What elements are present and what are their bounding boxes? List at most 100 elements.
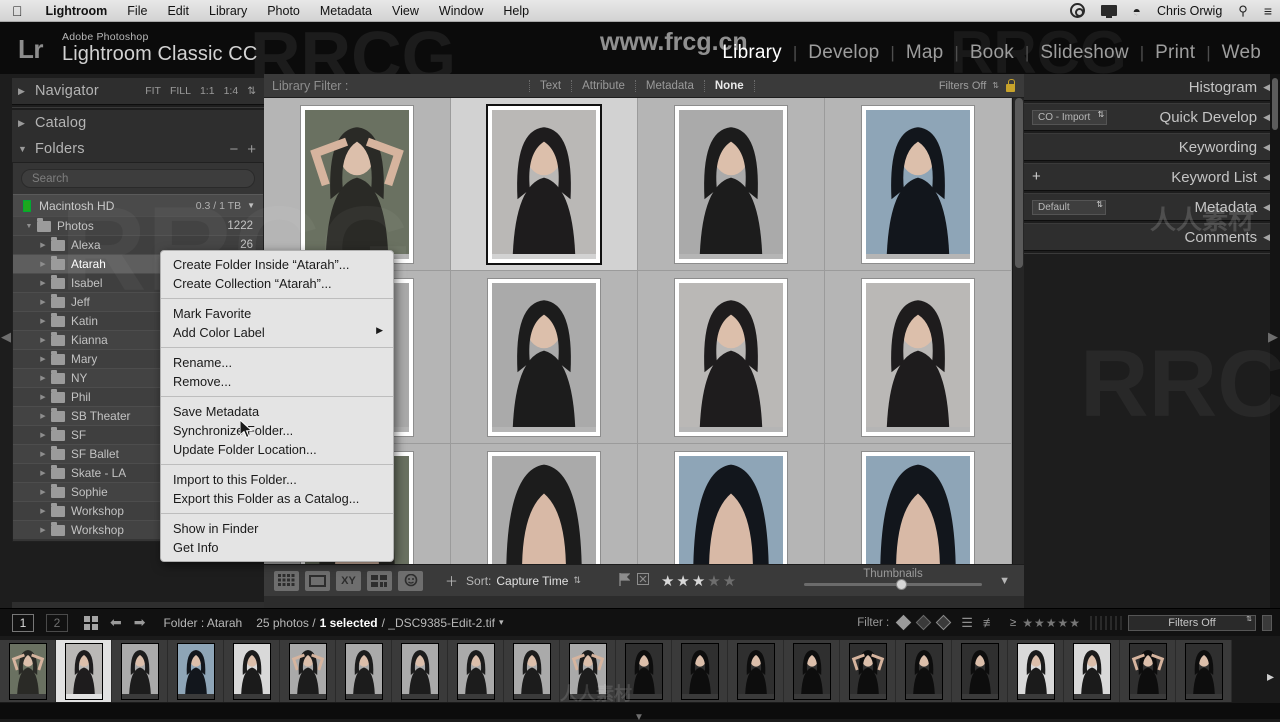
filter-tab-metadata[interactable]: Metadata	[634, 79, 704, 92]
filmstrip-thumbnail-image[interactable]	[64, 642, 103, 700]
filter-tab-none[interactable]: None	[703, 79, 755, 92]
filmstrip-thumbnail[interactable]	[728, 640, 784, 702]
filmstrip-thumbnail-image[interactable]	[1016, 642, 1055, 700]
left-panel-toggle-arrow[interactable]: ◀	[1, 329, 11, 345]
filmstrip-thumbnail-image[interactable]	[960, 642, 999, 700]
photo-thumbnail[interactable]	[301, 105, 413, 263]
flag-pick-icon[interactable]	[619, 572, 631, 589]
module-map[interactable]: Map	[895, 42, 955, 64]
stepper-icon[interactable]: ⇅	[1098, 110, 1105, 118]
chevron-right-icon[interactable]: ▶	[18, 86, 28, 97]
color-label-chip-4[interactable]	[1105, 615, 1107, 630]
photo-thumbnail[interactable]	[488, 278, 600, 436]
star-5[interactable]: ★	[723, 572, 736, 590]
filmstrip-thumbnail[interactable]	[784, 640, 840, 702]
slider-track[interactable]	[804, 579, 982, 590]
filmstrip-thumbnail[interactable]	[336, 640, 392, 702]
context-menu-item-export-this-folder-as-a-catalog[interactable]: Export this Folder as a Catalog...	[161, 489, 393, 508]
module-book[interactable]: Book	[959, 42, 1025, 64]
flag-reject-icon[interactable]	[935, 614, 952, 631]
menu-item-edit[interactable]: Edit	[157, 4, 199, 18]
star-4[interactable]: ★	[707, 572, 720, 590]
filmstrip-thumbnail-image[interactable]	[792, 642, 831, 700]
filmstrip-thumbnail[interactable]	[392, 640, 448, 702]
right-panel-quick-develop[interactable]: CO - Import ⇅ Quick Develop ◀	[1024, 104, 1280, 130]
folders-search-input[interactable]: Search	[21, 169, 255, 188]
filmstrip-thumbnail[interactable]	[504, 640, 560, 702]
filmstrip-thumbnail[interactable]	[896, 640, 952, 702]
color-label-chip-2[interactable]	[1095, 615, 1097, 630]
color-label-chip-6[interactable]	[1115, 615, 1117, 630]
context-menu-item-synchronize-folder[interactable]: Synchronize Folder...	[161, 421, 393, 440]
zoom-1-4[interactable]: 1:4	[224, 85, 239, 97]
filmstrip-thumbnail[interactable]	[168, 640, 224, 702]
chevron-right-icon[interactable]: ▶	[35, 431, 51, 439]
grid-cell[interactable]	[451, 271, 638, 444]
zoom-1-1[interactable]: 1:1	[200, 85, 215, 97]
chevron-right-icon[interactable]: ▶	[35, 260, 51, 268]
folder-context-menu[interactable]: Create Folder Inside “Atarah”... Create C…	[160, 250, 394, 562]
chevron-right-icon[interactable]: ▶	[35, 393, 51, 401]
chevron-right-icon[interactable]: ▶	[18, 118, 28, 129]
chevron-down-icon[interactable]: ▼	[21, 223, 37, 230]
chevron-down-icon[interactable]: ▼	[247, 201, 255, 210]
color-label-chip-5[interactable]	[1110, 615, 1112, 630]
filmstrip-thumbnail[interactable]	[0, 640, 56, 702]
filmstrip-thumbnail-image[interactable]	[1184, 642, 1223, 700]
chevron-right-icon[interactable]: ▶	[35, 374, 51, 382]
chevron-left-icon[interactable]: ◀	[1263, 142, 1270, 153]
chevron-right-icon[interactable]: ▶	[35, 526, 51, 534]
panel-select[interactable]: Default ⇅	[1032, 199, 1106, 215]
display-icon[interactable]	[1093, 5, 1125, 18]
filmstrip-thumbnail-image[interactable]	[848, 642, 887, 700]
flag-reject-icon[interactable]	[636, 573, 649, 588]
plus-icon[interactable]: +	[247, 141, 256, 158]
filmstrip-thumbnail[interactable]	[112, 640, 168, 702]
add-keyword-icon[interactable]: +	[1032, 169, 1041, 184]
minus-icon[interactable]: −	[229, 141, 238, 158]
filmstrip-filename[interactable]: / _DSC9385-Edit-2.tif	[382, 616, 495, 630]
chevron-left-icon[interactable]: ◀	[1263, 172, 1270, 183]
zoom-fill[interactable]: FILL	[170, 85, 191, 97]
photo-thumbnail[interactable]	[862, 278, 974, 436]
right-panel-toggle-arrow[interactable]: ▶	[1268, 329, 1278, 345]
sort-stepper-icon[interactable]: ⇅	[573, 575, 581, 586]
filmstrip-thumbnail[interactable]	[56, 640, 112, 702]
chevron-right-icon[interactable]: ▶	[35, 507, 51, 515]
menubar-user-name[interactable]: Chris Orwig	[1149, 4, 1230, 18]
chevron-right-icon[interactable]: ▶	[35, 469, 51, 477]
filmstrip-filter-toggle[interactable]	[1262, 614, 1272, 631]
volume-row-macintosh-hd[interactable]: Macintosh HD 0.3 / 1 TB ▼	[13, 194, 263, 216]
right-panel-metadata[interactable]: Default ⇅ Metadata ◀	[1024, 194, 1280, 220]
photo-thumbnail[interactable]	[488, 451, 600, 564]
filmstrip-thumbnail-image[interactable]	[512, 642, 551, 700]
menu-item-file[interactable]: File	[117, 4, 157, 18]
sort-value[interactable]: Capture Time	[496, 574, 568, 588]
folder-row-photos[interactable]: ▼ Photos 1222	[13, 216, 263, 235]
grid-cell[interactable]	[451, 98, 638, 271]
photo-thumbnail[interactable]	[488, 105, 600, 263]
grid-scrollbar[interactable]	[1012, 98, 1024, 564]
stepper-icon[interactable]: ⇅	[1246, 616, 1252, 623]
grid-scrollbar-thumb[interactable]	[1015, 98, 1023, 268]
screen-id-1[interactable]: 1	[12, 613, 34, 632]
menu-item-view[interactable]: View	[382, 4, 429, 18]
filmstrip-thumbnail-image[interactable]	[120, 642, 159, 700]
grid-icon[interactable]	[84, 615, 98, 630]
filmstrip-thumbnail-image[interactable]	[344, 642, 383, 700]
grid-cell[interactable]	[638, 271, 825, 444]
context-menu-item-create-collection-atarah[interactable]: Create Collection “Atarah”...	[161, 274, 393, 293]
slider-knob[interactable]	[896, 579, 907, 590]
context-menu-item-import-to-this-folder[interactable]: Import to this Folder...	[161, 470, 393, 489]
grid-cell[interactable]	[638, 444, 825, 564]
people-view-icon[interactable]	[398, 570, 423, 591]
filmstrip-thumbnail-image[interactable]	[568, 642, 607, 700]
filmstrip-thumbnail-image[interactable]	[176, 642, 215, 700]
filmstrip-thumbnail-image[interactable]	[1128, 642, 1167, 700]
filmstrip-thumbnail-image[interactable]	[736, 642, 775, 700]
right-panel-scrollbar-thumb[interactable]	[1272, 78, 1278, 130]
context-menu-item-create-folder-inside-atarah[interactable]: Create Folder Inside “Atarah”...	[161, 255, 393, 274]
module-web[interactable]: Web	[1211, 42, 1272, 64]
chevron-right-icon[interactable]: ▶	[35, 450, 51, 458]
chevron-right-icon[interactable]: ▶	[35, 317, 51, 325]
